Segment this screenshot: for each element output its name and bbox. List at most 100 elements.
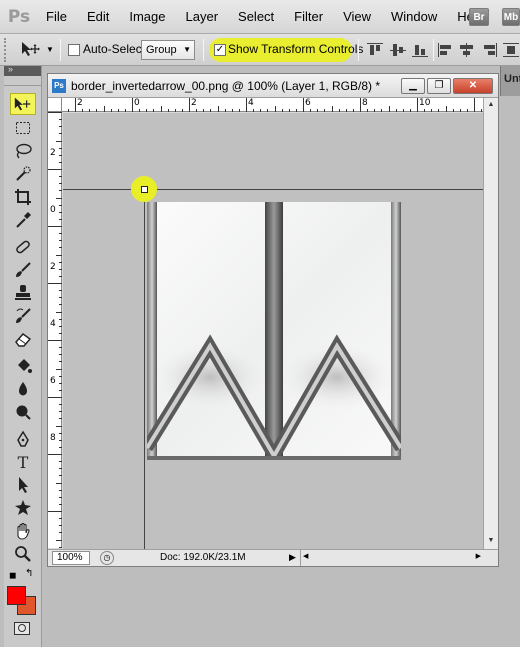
- ruler-label: 6: [305, 98, 311, 108]
- vertical-scrollbar[interactable]: ▲ ▼: [483, 98, 498, 549]
- minimize-button[interactable]: ▁: [401, 78, 425, 94]
- auto-select-dropdown[interactable]: Group ▼: [141, 40, 195, 60]
- ruler-tick: [352, 109, 354, 112]
- ruler-tick: [59, 247, 62, 249]
- canvas-area[interactable]: [63, 113, 483, 549]
- ruler-tick: [274, 106, 276, 112]
- menu-layer[interactable]: Layer: [176, 0, 229, 34]
- ruler-tick: [56, 425, 62, 427]
- show-transform-checkbox[interactable]: ✓: [214, 44, 226, 56]
- ruler-tick: [59, 233, 62, 235]
- move-tool-preset-icon[interactable]: [20, 41, 42, 61]
- scroll-down-icon[interactable]: ▼: [484, 534, 498, 548]
- scroll-left-icon[interactable]: ◀: [303, 552, 308, 560]
- panel-collapse-icon[interactable]: »: [8, 64, 13, 74]
- align-left-icon[interactable]: [438, 43, 454, 57]
- move-tool[interactable]: [10, 93, 36, 115]
- status-menu-arrow-icon[interactable]: ▶: [289, 552, 296, 563]
- align-hcenter-icon[interactable]: [459, 43, 475, 57]
- type-tool[interactable]: T: [10, 451, 36, 473]
- ruler-tick: [288, 109, 290, 112]
- crop-tool[interactable]: [10, 186, 36, 208]
- menu-select[interactable]: Select: [228, 0, 284, 34]
- ruler-tick: [59, 154, 62, 156]
- bridge-button[interactable]: Br: [469, 8, 489, 26]
- brush-tool[interactable]: [10, 259, 36, 281]
- ruler-tick: [82, 109, 84, 112]
- auto-select-checkbox[interactable]: [68, 44, 80, 56]
- history-brush-tool[interactable]: [10, 305, 36, 327]
- ruler-tick: [59, 290, 62, 292]
- right-panel-tab[interactable]: Unt: [500, 66, 520, 96]
- zoom-level-field[interactable]: 100%: [52, 551, 90, 565]
- eyedropper-tool[interactable]: [10, 209, 36, 231]
- pen-tool[interactable]: [10, 428, 36, 450]
- ruler-tick: [181, 109, 183, 112]
- mini-bridge-button[interactable]: Mb: [502, 8, 520, 26]
- align-right-icon[interactable]: [481, 43, 497, 57]
- menu-bar: Ps File Edit Image Layer Select Filter V…: [0, 0, 520, 34]
- custom-shape-tool[interactable]: [10, 497, 36, 519]
- ruler-tick: [381, 109, 383, 112]
- ruler-tick: [167, 109, 169, 112]
- lasso-tool[interactable]: [10, 140, 36, 162]
- eraser-tool[interactable]: [10, 328, 36, 350]
- distribute-top-icon[interactable]: [503, 43, 519, 57]
- zoom-tool[interactable]: [10, 543, 36, 565]
- options-grip[interactable]: [4, 38, 8, 62]
- foreground-color-swatch[interactable]: [7, 586, 26, 605]
- horizontal-ruler[interactable]: 2 0 2 4 6 8 10: [62, 98, 483, 112]
- ruler-tick: [124, 109, 126, 112]
- document-title-bar[interactable]: Ps border_invertedarrow_00.png @ 100% (L…: [48, 74, 498, 98]
- status-menu-icon[interactable]: ◷: [100, 551, 114, 565]
- ruler-tick: [59, 461, 62, 463]
- paint-bucket-tool[interactable]: [10, 355, 36, 377]
- scroll-up-icon[interactable]: ▲: [484, 98, 498, 112]
- ruler-tick: [96, 109, 98, 112]
- ruler-tick: [338, 109, 340, 112]
- menu-window[interactable]: Window: [381, 0, 447, 34]
- blur-tool[interactable]: [10, 378, 36, 400]
- default-colors-icon[interactable]: ◼: [9, 570, 16, 581]
- scroll-right-icon[interactable]: ▶: [476, 552, 481, 560]
- quick-select-tool[interactable]: [10, 163, 36, 185]
- quick-mask-icon[interactable]: [14, 622, 30, 635]
- ruler-tick: [260, 109, 262, 112]
- menu-view[interactable]: View: [333, 0, 381, 34]
- path-select-tool[interactable]: [10, 474, 36, 496]
- transform-anchor-handle[interactable]: [141, 186, 148, 193]
- ruler-tick: [48, 169, 62, 170]
- chevron-down-icon[interactable]: ▼: [46, 45, 54, 54]
- horizontal-scrollbar[interactable]: ◀ ▶: [300, 550, 483, 566]
- hand-tool[interactable]: [10, 520, 36, 542]
- ruler-label: 8: [362, 98, 368, 108]
- dodge-tool[interactable]: [10, 401, 36, 423]
- ruler-tick: [231, 109, 233, 112]
- tools-panel-header[interactable]: »: [4, 64, 41, 76]
- align-bottom-icon[interactable]: [412, 43, 428, 57]
- ruler-tick: [153, 109, 155, 112]
- ruler-tick: [110, 109, 112, 112]
- align-top-icon[interactable]: [367, 43, 383, 57]
- menu-filter[interactable]: Filter: [284, 0, 333, 34]
- close-button[interactable]: ✕: [453, 78, 493, 94]
- swap-colors-icon[interactable]: ↰: [25, 568, 33, 579]
- menu-file[interactable]: File: [36, 0, 77, 34]
- ruler-tick: [56, 539, 62, 541]
- clone-stamp-tool[interactable]: [10, 282, 36, 304]
- maximize-button[interactable]: ❐: [427, 78, 451, 94]
- artwork-image[interactable]: [141, 202, 407, 469]
- healing-brush-tool[interactable]: [10, 236, 36, 258]
- ruler-origin[interactable]: [48, 98, 62, 112]
- marquee-tool[interactable]: [10, 117, 36, 139]
- ruler-tick: [238, 109, 240, 112]
- vertical-ruler[interactable]: 2 0 2 4 6 8: [48, 112, 62, 548]
- menu-edit[interactable]: Edit: [77, 0, 119, 34]
- ruler-tick: [75, 98, 76, 112]
- ruler-label: 10: [419, 98, 431, 108]
- ruler-tick: [59, 532, 62, 534]
- tools-panel-grip[interactable]: [4, 76, 41, 86]
- ruler-tick: [59, 332, 62, 334]
- align-vcenter-icon[interactable]: [390, 43, 406, 57]
- menu-image[interactable]: Image: [119, 0, 175, 34]
